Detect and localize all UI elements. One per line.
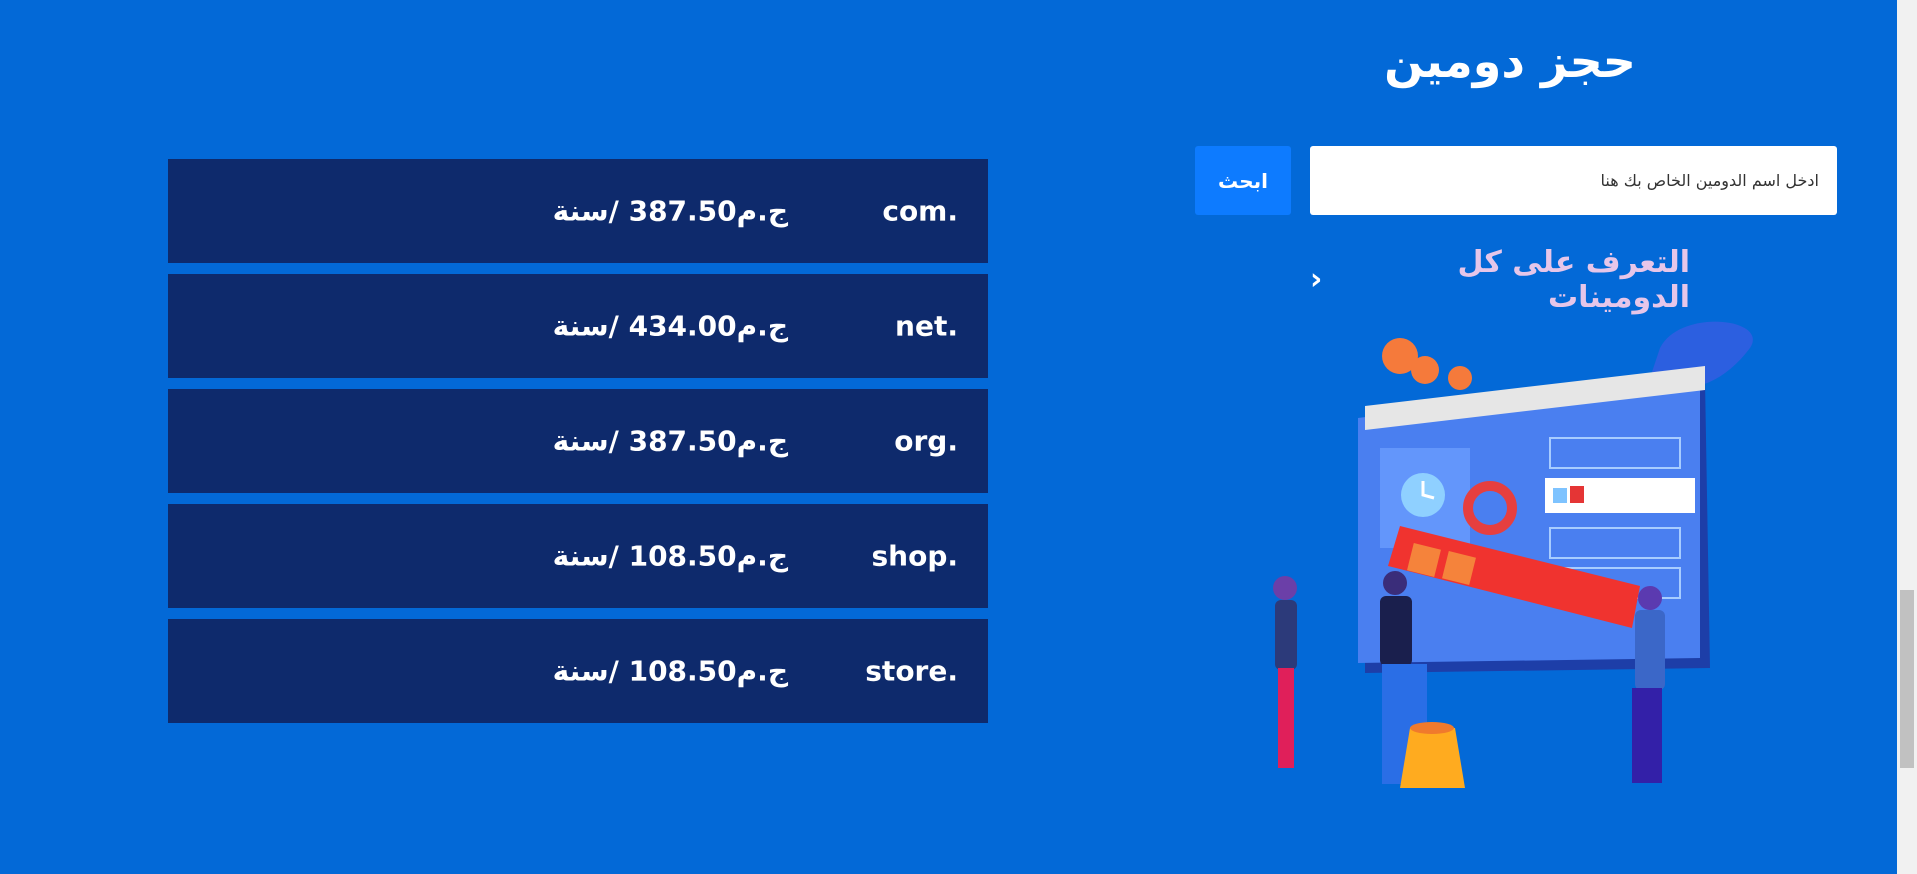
- tld-price: ج.م434.00 /سنة: [552, 309, 788, 343]
- tld-label: org.: [894, 424, 958, 458]
- tld-price: ج.م108.50 /سنة: [552, 539, 788, 573]
- person-icon: [1632, 586, 1665, 783]
- domain-search-input[interactable]: [1310, 146, 1837, 215]
- tld-label: com.: [882, 194, 958, 228]
- page-title: حجز دومين: [1384, 34, 1636, 88]
- domain-hero-illustration: [1273, 321, 1753, 788]
- learn-all-domains-label: التعرف على كل الدومينات: [1457, 245, 1690, 315]
- scrollbar-thumb[interactable]: [1900, 590, 1914, 768]
- price-row-com: com. ج.م387.50 /سنة: [168, 159, 988, 263]
- tld-label: net.: [895, 309, 958, 343]
- tld-label: store.: [865, 654, 958, 688]
- tld-price: ج.م387.50 /سنة: [552, 424, 788, 458]
- price-row-shop: shop. ج.م108.50 /سنة: [168, 504, 988, 608]
- chevron-left-icon: ‹: [1310, 262, 1323, 297]
- plant-icon: [1382, 338, 1472, 390]
- price-row-net: net. ج.م434.00 /سنة: [168, 274, 988, 378]
- price-row-org: org. ج.م387.50 /سنة: [168, 389, 988, 493]
- pedestal-icon: [1400, 728, 1465, 788]
- page: com. ج.م387.50 /سنة net. ج.م434.00 /سنة …: [0, 0, 1897, 874]
- tld-price: ج.م387.50 /سنة: [552, 194, 788, 228]
- search-button[interactable]: ابحث: [1195, 146, 1291, 215]
- person-icon: [1273, 576, 1297, 768]
- domain-price-list: com. ج.م387.50 /سنة net. ج.م434.00 /سنة …: [168, 159, 988, 734]
- learn-all-domains-link[interactable]: التعرف على كل الدومينات ‹: [1310, 245, 1690, 315]
- vertical-scrollbar[interactable]: [1897, 0, 1917, 874]
- tld-price: ج.م108.50 /سنة: [552, 654, 788, 688]
- price-row-store: store. ج.م108.50 /سنة: [168, 619, 988, 723]
- tld-label: shop.: [871, 539, 958, 573]
